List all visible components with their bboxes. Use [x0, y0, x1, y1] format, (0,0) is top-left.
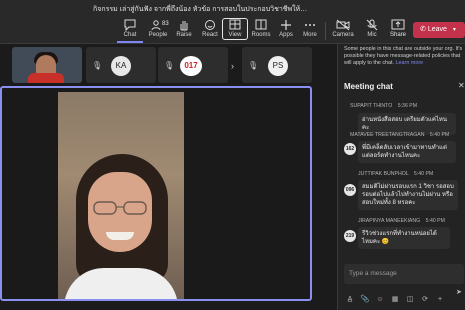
message-avatar: 162 [344, 143, 356, 155]
phone-icon: ✆ [420, 26, 426, 33]
message-time: 5:40 PM [425, 218, 445, 224]
view-label: View [228, 32, 242, 38]
participant-tile-ps[interactable]: 🎙 PS [242, 47, 312, 83]
meeting-title: กิจกรรม เล่าสู่กันฟัง จากพี่ถึงน้อง หัวข… [93, 6, 308, 13]
more-label: More [303, 32, 317, 38]
message-bubble: รีวิวช่วงแรกที่ทำงานหน่อยได้ไหมคะ 😊 [358, 227, 450, 249]
message-time: 5:40 PM [429, 132, 450, 138]
message-bubble: สมมติไม่ผ่านรอบแรก 1 วิชา รอสอบรอบต่อไปแ… [358, 180, 458, 210]
message-author: JIRAPINYA MANEEKIANG [358, 218, 421, 224]
share-label: Share [389, 32, 406, 38]
emoji-icon[interactable]: ☺ [374, 296, 386, 303]
main-video-stage[interactable] [0, 86, 312, 301]
speaker-smile [106, 232, 134, 240]
teams-meeting-window: กิจกรรม เล่าสู่กันฟัง จากพี่ถึงน้อง หัวข… [0, 0, 465, 310]
message-compose-input[interactable]: Type a message [344, 264, 464, 284]
speaker-video [58, 92, 184, 299]
message-avatar: 096 [344, 184, 356, 196]
participant-avatar-017: 017 [180, 56, 202, 76]
apps-button[interactable]: Apps [273, 19, 299, 43]
share-screen-icon [391, 19, 405, 31]
chat-button[interactable]: Chat [117, 19, 143, 43]
attach-icon[interactable]: 📎 [359, 295, 371, 303]
self-video-tile[interactable] [12, 47, 82, 83]
speaker-glasses [93, 201, 147, 215]
chat-label: Chat [123, 32, 137, 38]
more-dots-icon [303, 19, 317, 31]
meeting-chat-panel: Some people in this chat are outside you… [337, 44, 465, 310]
mic-off-icon: 🎙 [248, 61, 259, 70]
message-avatar: 219 [344, 230, 356, 242]
message-meta: JIRAPINYA MANEEKIANG 5:40 PM [358, 218, 445, 224]
apps-label: Apps [279, 32, 293, 38]
compose-placeholder: Type a message [349, 270, 397, 277]
camera-label: Camera [332, 32, 354, 38]
chevron-right-icon[interactable]: › [231, 61, 239, 71]
view-grid-icon [228, 19, 242, 31]
react-label: React [202, 32, 218, 38]
camera-off-icon [336, 19, 350, 31]
sticker-icon[interactable]: ◫ [404, 295, 416, 303]
panel-title: Meeting chat [344, 82, 393, 91]
message-meta: JUTTIPAK BUNPHOL 5:40 PM [358, 171, 433, 177]
leave-label: Leave [427, 26, 447, 33]
people-button[interactable]: 83 People [145, 19, 171, 43]
participant-tile-017[interactable]: 🎙 017 [158, 47, 228, 83]
more-button[interactable]: More [297, 19, 323, 43]
mic-off-icon [365, 19, 379, 31]
camera-button[interactable]: Camera [329, 19, 357, 43]
gif-icon[interactable]: ▦ [389, 295, 401, 303]
share-button[interactable]: Share [389, 19, 407, 41]
add-icon[interactable]: + [434, 296, 446, 303]
react-button[interactable]: React [197, 19, 223, 43]
rooms-label: Rooms [251, 32, 271, 38]
message-author: SUPAPIT THINTO [350, 103, 393, 109]
send-icon[interactable]: ➤ [456, 288, 462, 296]
participant-avatar-ka: KA [111, 56, 131, 76]
close-icon[interactable]: ✕ [458, 81, 465, 90]
chevron-down-icon: ▾ [452, 27, 456, 33]
external-users-notice: Some people in this chat are outside you… [344, 46, 465, 67]
people-label: People [148, 32, 168, 38]
compose-toolbar: A̲ 📎 ☺ ▦ ◫ ⟳ + [344, 288, 464, 303]
message-author: MATAVEE TREETANGTRAGAN [350, 132, 425, 138]
leave-button[interactable]: ✆ Leave ▾ [413, 22, 465, 38]
people-count: 83 [162, 21, 169, 27]
meeting-toolbar: กิจกรรม เล่าสู่กันฟัง จากพี่ถึงน้อง หัวข… [0, 0, 465, 44]
mic-label: Mic [367, 32, 377, 38]
raise-hand-button[interactable]: Raise [171, 19, 197, 43]
message-time: 5:40 PM [413, 171, 434, 177]
raise-hand-icon [177, 19, 191, 31]
rooms-button[interactable]: Rooms [248, 19, 274, 43]
plus-icon [279, 19, 293, 31]
message-time: 5:36 PM [397, 103, 418, 109]
mic-off-icon: 🎙 [164, 61, 175, 70]
message-meta: MATAVEE TREETANGTRAGAN 5:40 PM [350, 132, 449, 138]
participant-strip: 🎙 KA 🎙 017 › 🎙 PS [0, 44, 337, 86]
view-button[interactable]: View [222, 18, 248, 40]
smiley-icon [203, 19, 217, 31]
message-meta: SUPAPIT THINTO 5:36 PM [350, 103, 417, 109]
self-video-shirt [28, 73, 64, 83]
rooms-icon [254, 19, 268, 31]
loop-icon[interactable]: ⟳ [419, 295, 431, 303]
message-author: JUTTIPAK BUNPHOL [358, 171, 409, 177]
participant-avatar-ps: PS [268, 56, 288, 76]
mic-button[interactable]: Mic [359, 19, 385, 43]
format-icon[interactable]: A̲ [344, 296, 356, 303]
chat-icon [123, 19, 137, 32]
toolbar-divider [325, 22, 326, 40]
mic-off-icon: 🎙 [92, 61, 103, 70]
message-bubble: พี่มีเคล็ดลับเวลาเข้ามาทานทำแต่แต่ลอร์ดท… [358, 141, 456, 163]
learn-more-link[interactable]: Learn more [396, 60, 424, 66]
participant-tile-ka[interactable]: 🎙 KA [86, 47, 156, 83]
raise-label: Raise [176, 32, 192, 38]
